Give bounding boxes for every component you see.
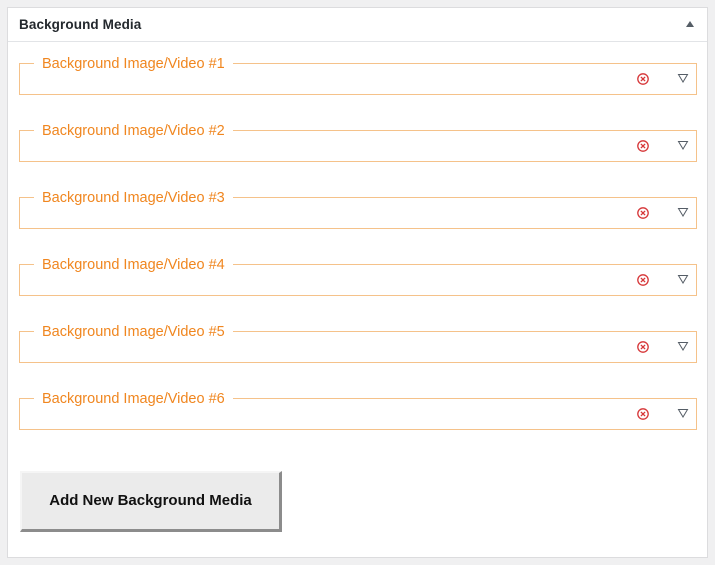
media-item-label[interactable]: Background Image/Video #4 [34, 256, 233, 274]
collapse-triangle-icon[interactable] [682, 16, 698, 32]
background-media-panel: Background Media Background Image/Video … [7, 7, 708, 558]
expand-triangle-icon[interactable] [676, 138, 690, 152]
media-item-5: Background Image/Video #5 [19, 323, 697, 363]
media-item-label[interactable]: Background Image/Video #2 [34, 122, 233, 140]
media-item-label[interactable]: Background Image/Video #3 [34, 189, 233, 207]
panel-header: Background Media [8, 8, 707, 42]
remove-icon[interactable] [636, 206, 650, 220]
expand-triangle-icon[interactable] [676, 339, 690, 353]
media-item-4: Background Image/Video #4 [19, 256, 697, 296]
remove-icon[interactable] [636, 273, 650, 287]
media-item-label[interactable]: Background Image/Video #5 [34, 323, 233, 341]
remove-icon[interactable] [636, 407, 650, 421]
media-item-6: Background Image/Video #6 [19, 390, 697, 430]
remove-icon[interactable] [636, 72, 650, 86]
expand-triangle-icon[interactable] [676, 272, 690, 286]
remove-icon[interactable] [636, 139, 650, 153]
add-new-background-media-button[interactable]: Add New Background Media [20, 471, 282, 532]
media-item-label[interactable]: Background Image/Video #1 [34, 55, 233, 73]
expand-triangle-icon[interactable] [676, 71, 690, 85]
panel-title: Background Media [19, 17, 142, 32]
media-item-2: Background Image/Video #2 [19, 122, 697, 162]
expand-triangle-icon[interactable] [676, 205, 690, 219]
remove-icon[interactable] [636, 340, 650, 354]
media-item-3: Background Image/Video #3 [19, 189, 697, 229]
media-item-label[interactable]: Background Image/Video #6 [34, 390, 233, 408]
expand-triangle-icon[interactable] [676, 406, 690, 420]
media-item-1: Background Image/Video #1 [19, 55, 697, 95]
